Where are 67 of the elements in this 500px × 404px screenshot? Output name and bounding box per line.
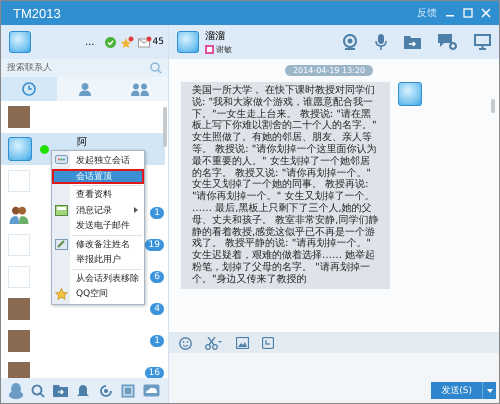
search-icon[interactable] bbox=[31, 384, 46, 398]
avatar bbox=[8, 266, 30, 288]
window-title: TM2013 bbox=[13, 6, 61, 20]
menu-item[interactable]: 举报此用户 bbox=[52, 252, 144, 268]
history-icon[interactable] bbox=[262, 337, 274, 349]
chat-add-icon[interactable] bbox=[438, 34, 457, 50]
maximize-icon[interactable] bbox=[463, 8, 473, 18]
refresh-icon[interactable] bbox=[98, 384, 113, 398]
tag-icon bbox=[205, 45, 214, 54]
unread-count: 16 bbox=[144, 367, 164, 378]
star-icon bbox=[54, 288, 68, 300]
avatar bbox=[398, 82, 422, 106]
send-button[interactable]: 发送(S) bbox=[431, 382, 482, 399]
chat-contact-name: 溜溜 bbox=[205, 30, 226, 43]
scissors-icon[interactable] bbox=[205, 336, 223, 350]
mail-icon[interactable] bbox=[138, 36, 152, 48]
star-icon[interactable] bbox=[120, 36, 134, 48]
photo-frame-icon[interactable] bbox=[120, 384, 135, 398]
person-icon bbox=[78, 82, 92, 96]
photo-placeholder bbox=[8, 362, 30, 378]
menu-item[interactable]: 发送电子邮件 bbox=[52, 218, 144, 234]
unread-count: 4 bbox=[150, 303, 164, 315]
mail-count: 45 bbox=[152, 37, 164, 47]
chat-contact-note: 谢敏 bbox=[216, 44, 232, 55]
image-icon[interactable] bbox=[236, 337, 249, 349]
edit-icon bbox=[54, 238, 68, 250]
smiley-icon[interactable] bbox=[179, 336, 192, 350]
group-icon bbox=[131, 82, 150, 96]
menu-item[interactable]: 修改备注姓名 bbox=[52, 236, 144, 252]
menu-item[interactable]: 从会话列表移除 bbox=[52, 270, 144, 286]
photo-placeholder bbox=[8, 330, 30, 352]
contact-name: 阿 bbox=[77, 136, 87, 149]
caret-icon bbox=[486, 388, 492, 392]
avatar[interactable] bbox=[177, 31, 199, 53]
scrollbar[interactable] bbox=[163, 107, 167, 147]
microphone-icon[interactable] bbox=[375, 34, 387, 50]
unread-count: 1 bbox=[150, 207, 164, 219]
cloud-icon[interactable] bbox=[142, 384, 160, 397]
menu-item[interactable]: 消息记录 bbox=[52, 202, 144, 218]
avatar bbox=[8, 234, 30, 256]
chat-bubble-icon bbox=[54, 155, 68, 166]
clock-icon bbox=[22, 82, 36, 96]
tab[interactable] bbox=[1, 77, 57, 101]
unread-count: 1 bbox=[150, 335, 164, 347]
search-icon[interactable] bbox=[150, 62, 162, 74]
profile-name: ... bbox=[85, 36, 95, 48]
avatar bbox=[8, 170, 30, 192]
webcam-icon[interactable] bbox=[342, 34, 358, 50]
avatar[interactable] bbox=[9, 31, 31, 53]
menu-item[interactable]: 查看资料 bbox=[52, 187, 144, 202]
folder-icon[interactable] bbox=[404, 35, 421, 49]
online-status-icon[interactable] bbox=[104, 36, 116, 48]
timestamp: 2014-04-19 13:20 bbox=[284, 65, 374, 76]
photo-placeholder bbox=[8, 106, 30, 128]
message-record-icon bbox=[54, 204, 68, 216]
unread-count: 6 bbox=[150, 271, 164, 283]
send-options-button[interactable] bbox=[482, 382, 496, 399]
menu-item[interactable]: QQ空间 bbox=[52, 286, 144, 302]
photo-placeholder bbox=[8, 298, 30, 320]
close-icon[interactable] bbox=[481, 8, 491, 18]
unread-count: 19 bbox=[144, 239, 164, 251]
message-bubble: 美国一所大学， 在快下课时教授对同学们说: "我和大家做个游戏，谁愿意配合我一下。"一女生走上台来。 教授说: "请在黑板上写下你难以割舍的二十个人的名字。" 女生照做了。有她的邻居、朋友、亲人等等。 教授说: "请你划掉一个这里面你认为最不重要的人。" 女生划掉了一个她邻居的名字。 教授又说: "请你再划掉一个。" 女生又划掉了一个她的同事。 教授再说: "请你再划掉一个。" 女生又划掉了一个。 …… 最后,黑板上只剩下了三个人,她的父母、丈夫和孩子。 教室非常安静,同学们静静的看着教授,感觉这似乎已不再是一个游戏了。 教授平静的说: "请再划掉一个。" 女生迟疑着，艰难的做着选择…… 她举起粉笔，划掉了父母的名字。 "请再划掉一个。"身边又传来了教授的 bbox=[181, 82, 390, 289]
remote-desktop-icon[interactable] bbox=[474, 34, 491, 50]
bell-icon[interactable] bbox=[76, 384, 90, 398]
penguin-icon[interactable] bbox=[9, 382, 24, 398]
folder-icon[interactable] bbox=[53, 384, 68, 397]
avatar bbox=[8, 137, 32, 161]
